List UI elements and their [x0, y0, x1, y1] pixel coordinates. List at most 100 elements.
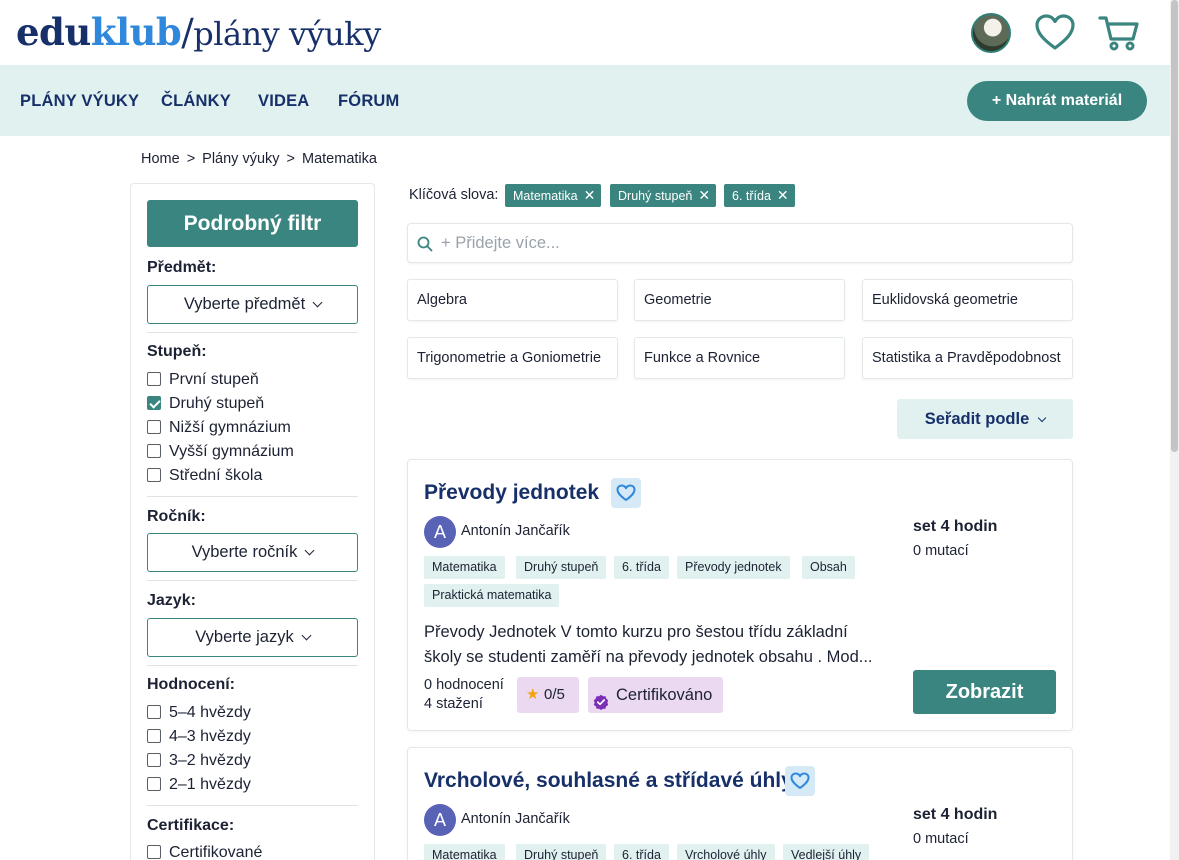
keyword-chip-matematika: Matematika ✕ — [505, 184, 602, 207]
level-option-second[interactable]: Druhý stupeň — [147, 395, 264, 415]
user-avatar[interactable] — [971, 13, 1011, 53]
author-name[interactable]: Antonín Jančařík — [461, 811, 570, 827]
cart-icon[interactable] — [1098, 13, 1140, 58]
tag[interactable]: Druhý stupeň — [516, 844, 607, 860]
level-option-label: Nižší gymnázium — [169, 419, 291, 436]
language-select[interactable]: Vyberte jazyk — [147, 618, 358, 657]
logo-klub: klub — [90, 10, 182, 54]
filter-sidebar: Podrobný filtr Předmět: Vyberte předmět … — [130, 183, 375, 860]
topic-statistics[interactable]: Statistika a Pravděpodobnost — [862, 337, 1073, 379]
tag[interactable]: 6. třída — [614, 556, 669, 579]
upload-material-button[interactable]: + Nahrát materiál — [967, 81, 1147, 121]
nav-item-articles[interactable]: ČLÁNKY — [161, 92, 231, 111]
checkbox[interactable] — [147, 845, 161, 859]
chevron-down-icon — [312, 297, 323, 308]
site-logo[interactable]: eduklub/plány výuky — [16, 8, 381, 58]
author-name[interactable]: Antonín Jančařík — [461, 523, 570, 539]
tag[interactable]: Vrcholové úhly — [677, 844, 775, 860]
heart-icon — [616, 484, 636, 501]
tag[interactable]: Druhý stupeň — [516, 556, 607, 579]
certification-option-certified[interactable]: Certifikované — [147, 844, 262, 860]
view-button[interactable]: Zobrazit — [913, 670, 1056, 714]
keyword-search-input[interactable]: + Přidejte více... — [407, 223, 1073, 263]
checkbox[interactable] — [147, 777, 161, 791]
breadcrumb-separator: > — [186, 151, 196, 167]
card-title[interactable]: Vrcholové, souhlasné a střídavé úhly — [424, 769, 793, 793]
rating-option-2-1[interactable]: 2–1 hvězdy — [147, 776, 251, 796]
nav-item-videos[interactable]: VIDEA — [258, 92, 309, 111]
card-title[interactable]: Převody jednotek — [424, 481, 599, 505]
set-title: set 4 hodin — [913, 518, 998, 535]
rating-badge: ★ 0/5 — [517, 677, 579, 713]
close-icon[interactable]: ✕ — [584, 184, 596, 207]
logo-subtitle: plány výuky — [193, 15, 381, 53]
heart-icon[interactable] — [1034, 13, 1076, 58]
checkbox[interactable] — [147, 420, 161, 434]
lesson-card: Převody jednotek A Antonín Jančařík Mate… — [407, 459, 1073, 731]
topic-trigonometry[interactable]: Trigonometrie a Goniometrie — [407, 337, 618, 379]
nav-item-lesson-plans[interactable]: PLÁNY VÝUKY — [20, 92, 139, 111]
checkbox[interactable] — [147, 753, 161, 767]
search-placeholder: + Přidejte více... — [441, 234, 560, 252]
mutations-count: 0 mutací — [913, 543, 969, 559]
certification-option-label: Certifikované — [169, 844, 263, 860]
subject-select-value: Vyberte předmět — [183, 295, 306, 313]
grade-select[interactable]: Vyberte ročník — [147, 533, 358, 572]
topic-functions[interactable]: Funkce a Rovnice — [634, 337, 845, 379]
nav-item-forum[interactable]: FÓRUM — [338, 92, 400, 111]
checkbox[interactable] — [147, 468, 161, 482]
level-option-label: Vyšší gymnázium — [169, 443, 294, 460]
divider — [147, 332, 358, 333]
divider — [147, 496, 358, 497]
breadcrumb-home[interactable]: Home — [141, 151, 180, 167]
tag[interactable]: Převody jednotek — [677, 556, 790, 579]
tag[interactable]: Obsah — [802, 556, 855, 579]
level-option-first[interactable]: První stupeň — [147, 371, 259, 391]
scrollbar-thumb[interactable] — [1171, 0, 1178, 452]
close-icon[interactable]: ✕ — [698, 184, 710, 207]
level-option-upper-gym[interactable]: Vyšší gymnázium — [147, 443, 294, 463]
level-option-label: Druhý stupeň — [169, 395, 265, 412]
breadcrumb-lesson-plans[interactable]: Plány výuky — [202, 151, 279, 167]
divider — [147, 580, 358, 581]
tag[interactable]: Vedlejší úhly — [783, 844, 870, 860]
favorite-button[interactable] — [611, 478, 641, 508]
checkbox-checked[interactable] — [147, 396, 161, 410]
downloads-count: 4 stažení — [424, 696, 483, 712]
rating-option-label: 5–4 hvězdy — [169, 704, 251, 721]
rating-option-5-4[interactable]: 5–4 hvězdy — [147, 704, 251, 724]
certification-label: Certifikace: — [147, 817, 235, 834]
level-option-lower-gym[interactable]: Nižší gymnázium — [147, 419, 291, 439]
checkbox[interactable] — [147, 444, 161, 458]
sort-by-button[interactable]: Seřadit podle — [897, 399, 1073, 439]
logo-edu: edu — [16, 10, 91, 54]
rating-option-3-2[interactable]: 3–2 hvězdy — [147, 752, 251, 772]
tag[interactable]: Matematika — [424, 844, 505, 860]
tag[interactable]: Praktická matematika — [424, 584, 560, 607]
verified-badge-icon — [593, 687, 609, 723]
subject-label: Předmět: — [147, 259, 217, 276]
author-avatar: A — [424, 804, 456, 836]
topic-euclidean-geometry[interactable]: Euklidovská geometrie — [862, 279, 1073, 321]
checkbox[interactable] — [147, 705, 161, 719]
topic-algebra[interactable]: Algebra — [407, 279, 618, 321]
checkbox[interactable] — [147, 729, 161, 743]
topic-geometry[interactable]: Geometrie — [634, 279, 845, 321]
star-icon: ★ — [526, 686, 540, 703]
level-option-high-school[interactable]: Střední škola — [147, 467, 262, 487]
favorite-button[interactable] — [785, 766, 815, 796]
divider — [147, 805, 358, 806]
checkbox[interactable] — [147, 372, 161, 386]
tag[interactable]: Matematika — [424, 556, 505, 579]
detailed-filter-button[interactable]: Podrobný filtr — [147, 200, 358, 247]
set-title: set 4 hodin — [913, 806, 998, 823]
breadcrumb-math[interactable]: Matematika — [302, 151, 377, 167]
tag[interactable]: 6. třída — [614, 844, 669, 860]
close-icon[interactable]: ✕ — [777, 184, 789, 207]
grade-select-value: Vyberte ročník — [191, 543, 298, 561]
keyword-chip-label: 6. třída — [732, 189, 771, 203]
rating-option-4-3[interactable]: 4–3 hvězdy — [147, 728, 251, 748]
level-option-label: Střední škola — [169, 467, 263, 484]
rating-value: 0/5 — [544, 686, 565, 703]
subject-select[interactable]: Vyberte předmět — [147, 285, 358, 324]
